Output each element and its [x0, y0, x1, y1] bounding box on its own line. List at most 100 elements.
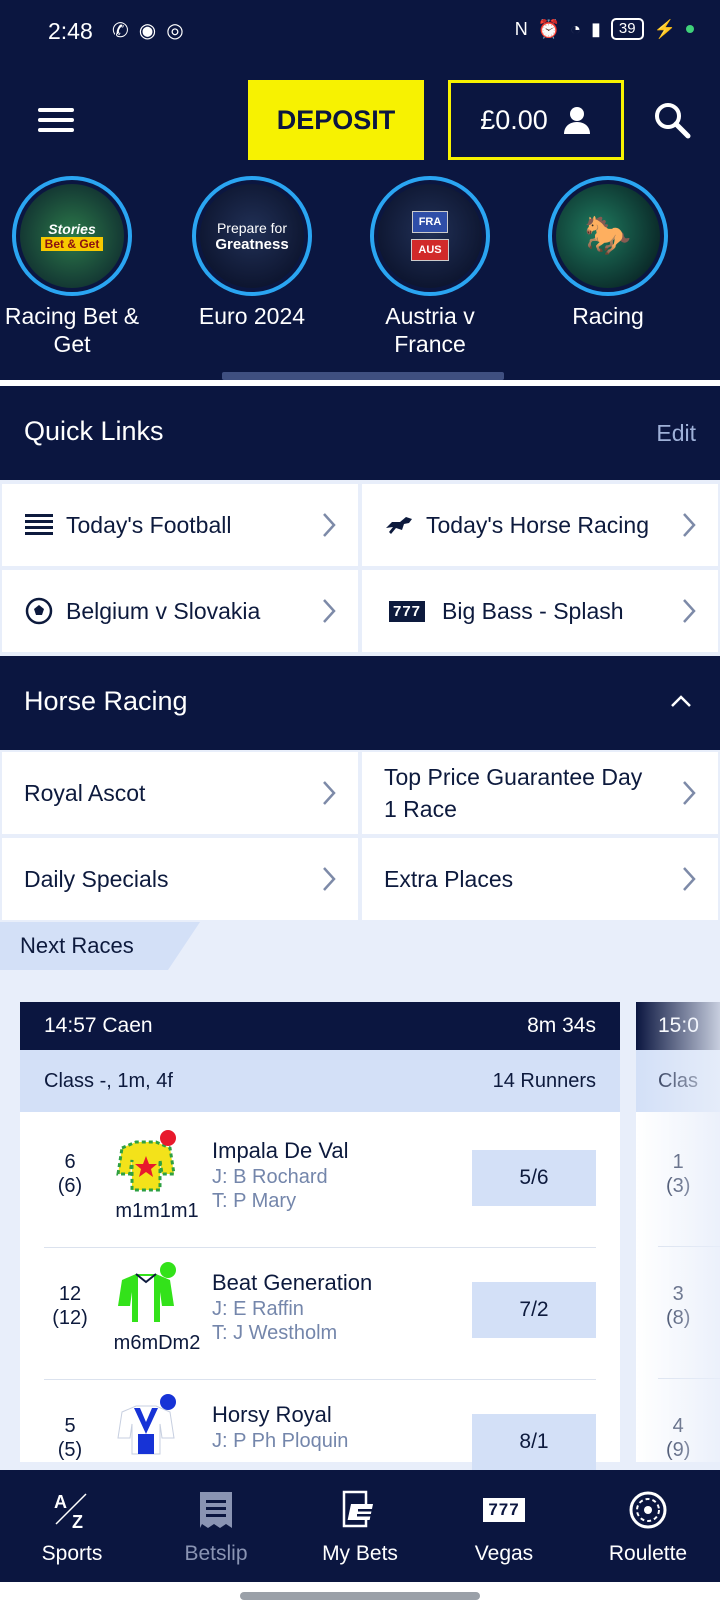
menu-icon[interactable]	[38, 108, 74, 132]
race-header[interactable]: 14:57 Caen 8m 34s	[20, 1002, 620, 1050]
race-card[interactable]: 15:0 Clas 1 (3) 3 (8) 4 (9)	[636, 1002, 720, 1462]
svg-text:A: A	[54, 1492, 67, 1512]
runner-num: 4	[672, 1415, 684, 1437]
nfc-icon: N	[514, 18, 528, 39]
status-bar: 2:48 ✆ ◉ ◎ N ⏰ ◔ ▮ 39 ⚡	[0, 0, 720, 64]
alarm-icon: ⏰	[537, 18, 561, 39]
race-info-bar: Clas	[636, 1050, 720, 1112]
runner-number: 6 (6)	[48, 1150, 92, 1198]
horse-racing-header[interactable]: Horse Racing	[0, 656, 720, 750]
runner-form: m6mDm2	[113, 1332, 201, 1354]
bets-icon	[288, 1490, 432, 1530]
deposit-button[interactable]: DEPOSIT	[248, 80, 424, 160]
race-card[interactable]: 14:57 Caen 8m 34s Class -, 1m, 4f 14 Run…	[20, 1002, 620, 1470]
nav-vegas[interactable]: 777 Vegas	[432, 1470, 576, 1582]
story-euro-2024[interactable]: Prepare for Greatness Euro 2024	[172, 176, 332, 330]
runner-draw: (12)	[52, 1307, 88, 1329]
search-icon[interactable]	[652, 100, 692, 140]
runner-draw: (9)	[666, 1439, 691, 1461]
section-title: Horse Racing	[24, 686, 188, 716]
story-austria-v-france[interactable]: FRA AUS Austria v France	[350, 176, 510, 358]
jockey-name: J: P Ph Ploquin	[212, 1430, 349, 1452]
quick-link-label: Today's Football	[66, 511, 232, 538]
runner-number: 1 (3)	[666, 1150, 690, 1198]
next-races-tab[interactable]: Next Races	[0, 922, 200, 970]
charging-icon: ⚡	[653, 18, 676, 39]
chevron-right-icon	[323, 781, 336, 805]
bottom-nav: AZ Sports Betslip My Bets 777 Vegas Roul…	[0, 1470, 720, 1582]
quick-link-label: Big Bass - Splash	[442, 597, 624, 624]
odds-button[interactable]: 5/6	[472, 1150, 596, 1206]
story-racing-bet-get[interactable]: Stories Bet & Get Racing Bet & Get	[0, 176, 152, 358]
horse-racing-link-label: Top Price Guarantee Day 1 Race	[384, 764, 643, 822]
quick-link-todays-horse-racing[interactable]: Today's Horse Racing	[362, 484, 718, 566]
chevron-right-icon	[323, 513, 336, 537]
balance-amount: £0.00	[480, 104, 548, 135]
race-title: 14:57 Caen	[44, 1014, 153, 1037]
runner-number: 12 (12)	[48, 1282, 92, 1330]
austria-shield-icon: AUS	[411, 239, 449, 261]
trainer-name: T: J Westholm	[212, 1322, 338, 1344]
jockey-silk-icon	[116, 1130, 176, 1192]
runners-count: 14 Runners	[492, 1069, 596, 1092]
nav-roulette[interactable]: Roulette	[576, 1470, 720, 1582]
runner-number: 4 (9)	[666, 1414, 690, 1462]
runner-draw: (3)	[666, 1175, 691, 1197]
slots-icon: 777	[384, 600, 430, 622]
edit-button[interactable]: Edit	[656, 420, 696, 447]
race-info: Class -, 1m, 4f	[44, 1069, 173, 1092]
story-badge-top: Prepare for	[216, 219, 288, 236]
status-time: 2:48	[48, 18, 93, 44]
horse-racing-top-price-guarantee[interactable]: Top Price Guarantee Day 1 Race	[362, 752, 718, 834]
az-icon: AZ	[0, 1490, 144, 1530]
notification-icons: ✆ ◉ ◎	[112, 18, 184, 43]
whatsapp-icon: ◎	[166, 20, 184, 42]
nav-label: My Bets	[322, 1542, 398, 1565]
account-balance-button[interactable]: £0.00	[448, 80, 624, 160]
phone-icon: ✆	[112, 20, 129, 42]
chevron-right-icon	[683, 599, 696, 623]
race-header[interactable]: 15:0	[636, 1002, 720, 1050]
signal-icon: ▮	[590, 18, 601, 39]
runner-number: 3 (8)	[666, 1282, 690, 1330]
horse-racing-link-label: Royal Ascot	[24, 779, 146, 806]
receipt-icon	[144, 1490, 288, 1530]
runner-row: 6 (6) m1m1m1 Impala De Val J: B Rochard …	[20, 1112, 620, 1248]
story-badge-bottom: Bet & Get	[40, 237, 104, 251]
horse-racing-daily-specials[interactable]: Daily Specials	[2, 838, 358, 920]
race-countdown: 8m 34s	[527, 1014, 596, 1037]
quick-link-label: Today's Horse Racing	[426, 511, 649, 538]
race-info: Clas	[658, 1069, 699, 1092]
horse-racing-extra-places[interactable]: Extra Places	[362, 838, 718, 920]
nav-sports[interactable]: AZ Sports	[0, 1470, 144, 1582]
runner-draw: (6)	[57, 1175, 83, 1197]
runner-num: 5	[64, 1415, 76, 1437]
divider	[658, 1246, 720, 1247]
chevron-up-icon[interactable]	[670, 690, 692, 712]
quick-link-big-bass-splash[interactable]: 777 Big Bass - Splash	[362, 570, 718, 652]
stories-carousel[interactable]: Stories Bet & Get Racing Bet & Get Prepa…	[0, 176, 720, 376]
nav-betslip[interactable]: Betslip	[144, 1470, 288, 1582]
horse-name: Impala De Val	[212, 1138, 349, 1163]
horse-racing-royal-ascot[interactable]: Royal Ascot	[2, 752, 358, 834]
chevron-right-icon	[683, 867, 696, 891]
slots-icon: 777	[432, 1490, 576, 1530]
nav-label: Roulette	[608, 1542, 688, 1565]
chevron-right-icon	[683, 781, 696, 805]
story-label: Austria v France	[385, 303, 475, 357]
quick-link-todays-football[interactable]: Today's Football	[2, 484, 358, 566]
odds-button[interactable]: 7/2	[472, 1282, 596, 1338]
france-shield-icon: FRA	[411, 211, 449, 233]
horse-name: Beat Generation	[212, 1270, 373, 1295]
story-racing[interactable]: 🐎 Racing	[528, 176, 688, 330]
nav-my-bets[interactable]: My Bets	[288, 1470, 432, 1582]
charging-dot-icon	[686, 25, 694, 33]
chevron-right-icon	[323, 599, 336, 623]
nav-label: Vegas	[474, 1542, 534, 1565]
runner-draw: (8)	[666, 1307, 691, 1329]
quick-link-belgium-v-slovakia[interactable]: Belgium v Slovakia	[2, 570, 358, 652]
odds-button[interactable]: 8/1	[472, 1414, 596, 1470]
app-header: DEPOSIT £0.00 Stories Bet & Get Racing B…	[0, 64, 720, 390]
gesture-bar-area	[0, 1582, 720, 1612]
home-gesture-handle[interactable]	[240, 1592, 480, 1600]
